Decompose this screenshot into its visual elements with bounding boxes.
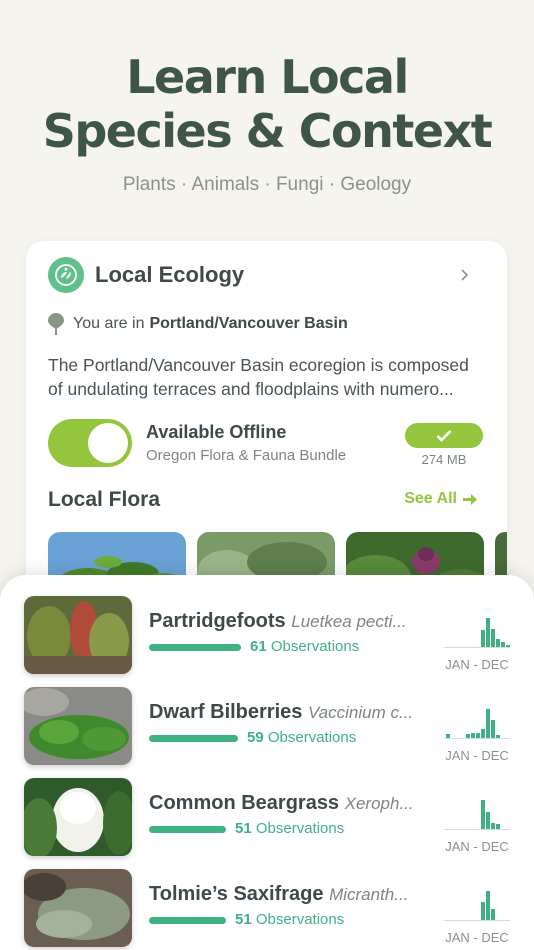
- observation-bar: [149, 735, 238, 742]
- card-header[interactable]: Local Ecology: [48, 257, 485, 293]
- species-photo[interactable]: [24, 596, 132, 674]
- histogram-bar: [491, 823, 495, 829]
- species-row[interactable]: Partridgefoots Luetkea pecti... 61 Observ…: [0, 596, 534, 676]
- species-photo[interactable]: [24, 687, 132, 765]
- observation-number: 61: [250, 638, 267, 655]
- hero-title: Learn Local Species & Context: [0, 50, 534, 158]
- common-name: Partridgefoots: [149, 610, 286, 632]
- see-all-button[interactable]: See All: [404, 490, 477, 508]
- observation-bar: [149, 826, 226, 833]
- observation-bar: [149, 644, 241, 651]
- observation-label: Observations: [255, 820, 345, 837]
- ecoregion-description: The Portland/Vancouver Basin ecoregion i…: [48, 355, 469, 399]
- hero-subtitle: Plants · Animals · Fungi · Geology: [122, 174, 412, 195]
- arrow-right-icon: [463, 493, 477, 505]
- scientific-name: Xeroph...: [344, 794, 414, 813]
- species-list-sheet[interactable]: Partridgefoots Luetkea pecti... 61 Observ…: [0, 575, 534, 950]
- hero-title-line1: Learn Local: [126, 50, 409, 104]
- observation-label: Observations: [255, 911, 345, 928]
- season-range: JAN - DEC: [445, 748, 509, 763]
- species-photo[interactable]: [24, 869, 132, 947]
- downloaded-badge[interactable]: [405, 423, 483, 448]
- histogram-bar: [486, 709, 490, 738]
- see-all-label: See All: [404, 490, 457, 507]
- histogram-bar: [486, 891, 490, 920]
- observation-count: 51 Observations: [235, 911, 344, 928]
- observation-count: 61 Observations: [250, 638, 359, 655]
- histogram-bar: [481, 630, 485, 647]
- scientific-name: Luetkea pecti...: [291, 612, 407, 631]
- seasonality-histogram: [444, 707, 510, 739]
- ecology-icon: [48, 257, 84, 293]
- histogram-bar: [491, 909, 495, 920]
- scientific-name: Vaccinium c...: [307, 703, 414, 722]
- histogram-bar: [496, 639, 500, 647]
- card-title: Local Ecology: [95, 262, 245, 287]
- season-range: JAN - DEC: [445, 930, 509, 945]
- observation-label: Observations: [267, 729, 357, 746]
- hero-title-line2: Species & Context: [42, 104, 493, 158]
- observation-number: 51: [235, 820, 252, 837]
- location-name: Portland/Vancouver Basin: [149, 315, 348, 332]
- species-name: Partridgefoots Luetkea pecti...: [149, 610, 427, 633]
- observation-label: Observations: [270, 638, 360, 655]
- common-name: Common Beargrass: [149, 792, 340, 814]
- species-row[interactable]: Dwarf Bilberries Vaccinium c... 59 Observ…: [0, 687, 534, 767]
- histogram-bar: [481, 800, 485, 829]
- histogram-bar: [491, 720, 495, 738]
- seasonality-histogram: [444, 889, 510, 921]
- species-photo[interactable]: [24, 778, 132, 856]
- histogram-bar: [496, 824, 500, 829]
- common-name: Tolmie’s Saxifrage: [149, 883, 324, 905]
- season-range: JAN - DEC: [445, 657, 509, 672]
- species-name: Common Beargrass Xeroph...: [149, 792, 427, 815]
- observation-number: 59: [247, 729, 264, 746]
- seasonality-histogram: [444, 798, 510, 830]
- offline-bundle-name: Oregon Flora & Fauna Bundle: [146, 447, 347, 464]
- species-name: Dwarf Bilberries Vaccinium c...: [149, 701, 427, 724]
- offline-title: Available Offline: [146, 422, 287, 442]
- observation-count: 59 Observations: [247, 729, 356, 746]
- histogram-bar: [481, 729, 485, 738]
- histogram-bar: [501, 642, 505, 647]
- seasonality-histogram: [444, 616, 510, 648]
- histogram-bar: [496, 735, 500, 738]
- season-range: JAN - DEC: [445, 839, 509, 854]
- local-ecology-card[interactable]: Local Ecology You are in Portland/Vancou…: [26, 241, 507, 601]
- location-pin-icon: [48, 313, 64, 335]
- histogram-bar: [466, 734, 470, 738]
- offline-toggle[interactable]: [48, 419, 132, 467]
- common-name: Dwarf Bilberries: [149, 701, 303, 723]
- histogram-bar: [446, 734, 450, 738]
- check-icon: [436, 429, 452, 442]
- histogram-bar: [481, 902, 485, 920]
- histogram-bar: [471, 733, 475, 738]
- scientific-name: Micranth...: [329, 885, 409, 904]
- current-location: You are in Portland/Vancouver Basin: [48, 313, 348, 335]
- observation-count: 51 Observations: [235, 820, 344, 837]
- toggle-knob: [88, 423, 128, 463]
- histogram-bar: [476, 733, 480, 738]
- location-prefix: You are in: [73, 315, 145, 332]
- chevron-right-icon[interactable]: [459, 269, 471, 281]
- histogram-bar: [506, 645, 510, 647]
- local-flora-heading: Local Flora: [48, 488, 161, 511]
- species-row[interactable]: Tolmie’s Saxifrage Micranth... 51 Observa…: [0, 869, 534, 949]
- species-row[interactable]: Common Beargrass Xeroph... 51 Observation…: [0, 778, 534, 858]
- species-name: Tolmie’s Saxifrage Micranth...: [149, 883, 427, 906]
- histogram-bar: [486, 618, 490, 647]
- histogram-bar: [491, 629, 495, 647]
- histogram-bar: [486, 812, 490, 829]
- download-size: 274 MB: [421, 452, 467, 467]
- observation-number: 51: [235, 911, 252, 928]
- observation-bar: [149, 917, 226, 924]
